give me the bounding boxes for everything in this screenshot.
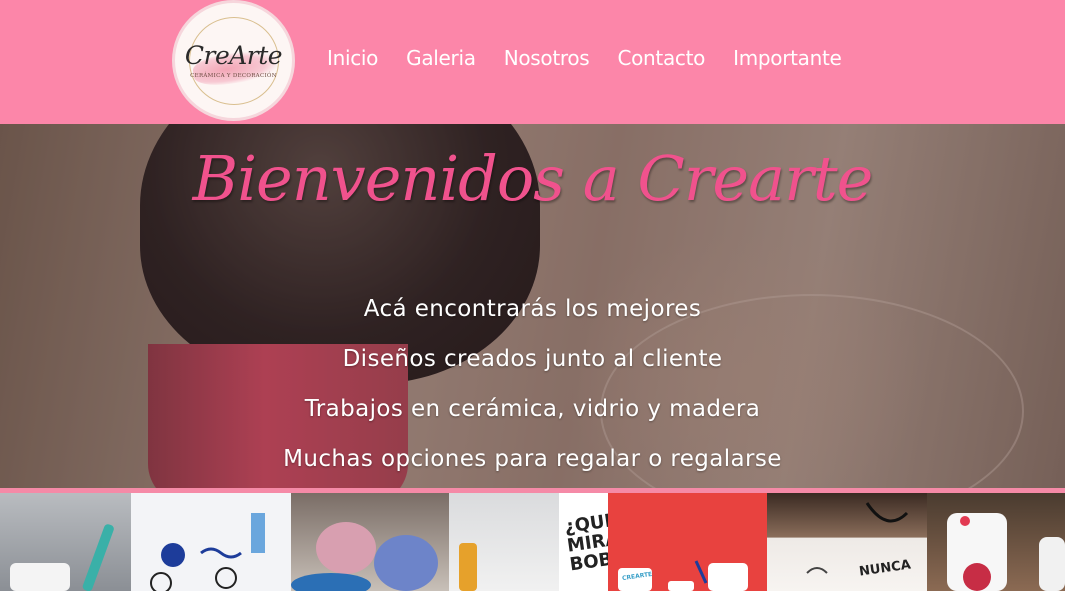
gallery-thumb-mug-spoon[interactable] [0, 493, 131, 591]
gallery-strip: ¿QUE MIRA BOBO CREARTE NUNCA [0, 493, 1065, 591]
logo-tagline: Cerámica y Decoración [190, 73, 277, 79]
mug-spoon-illustration [10, 524, 114, 591]
hero-title-wrap: Bienvenidos a Crearte [0, 134, 1065, 224]
logo-brand-text: CreArte [184, 41, 283, 70]
hero-text-lines: Acá encontrarás los mejores Diseños crea… [0, 284, 1065, 484]
tray-illustration [806, 502, 909, 574]
crearte-logo[interactable]: CreArte Cerámica y Decoración [172, 0, 295, 121]
nav-nosotros[interactable]: Nosotros [490, 44, 604, 74]
nav-contacto[interactable]: Contacto [603, 44, 719, 74]
gallery-thumb-glass-drawing[interactable] [131, 493, 291, 591]
hero-line: Trabajos en cerámica, vidrio y madera [304, 396, 761, 422]
mug-text-label: ¿QUE MIRA BOBO [563, 509, 608, 576]
hero-line: Muchas opciones para regalar o regalarse [283, 446, 782, 472]
site-header: CreArte Cerámica y Decoración Inicio Gal… [0, 0, 1065, 124]
gallery-thumb-sugar-bowls[interactable] [927, 493, 1065, 591]
gallery-thumb-crochet[interactable] [291, 493, 449, 591]
main-nav: Inicio Galeria Nosotros Contacto Importa… [313, 44, 856, 74]
gallery-thumb-red-jars[interactable]: CREARTE [608, 493, 767, 591]
nav-galeria[interactable]: Galeria [392, 44, 490, 74]
nav-inicio[interactable]: Inicio [313, 44, 392, 74]
hero-line: Diseños creados junto al cliente [342, 346, 723, 372]
hero-line: Acá encontrarás los mejores [363, 296, 702, 322]
glass-drawing-illustration [150, 513, 265, 591]
hero-banner: Bienvenidos a Crearte Acá encontrarás lo… [0, 124, 1065, 488]
hero-title: Bienvenidos a Crearte [192, 142, 874, 215]
gallery-thumb-tray[interactable]: NUNCA [767, 493, 927, 591]
nav-importante[interactable]: Importante [719, 44, 855, 74]
gallery-thumb-mug-text[interactable]: ¿QUE MIRA BOBO [449, 493, 608, 591]
sugar-bowls-illustration [947, 513, 1065, 591]
crochet-illustration [291, 522, 438, 591]
